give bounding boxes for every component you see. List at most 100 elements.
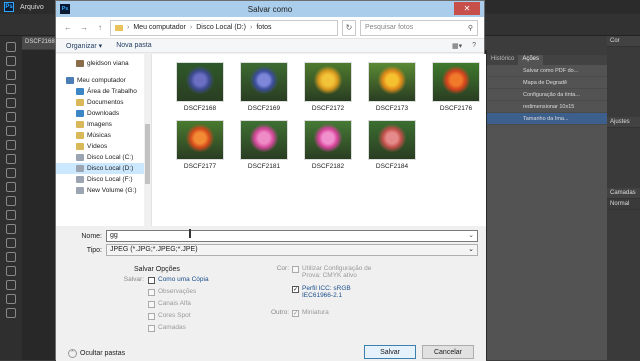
action-item[interactable]: Configuração da tinta... [487,89,607,101]
organize-button[interactable]: Organizar ▾ [66,42,102,50]
refresh-icon[interactable]: ↻ [342,19,356,36]
blend-mode-select[interactable]: Normal [607,199,640,210]
view-options-icon[interactable]: ▦▾ [452,42,462,50]
nav-item[interactable]: Disco Local (D:) [56,163,151,174]
nav-item[interactable]: Músicas [56,130,151,141]
zoom-tool-icon[interactable] [6,308,16,318]
save-as-copy-option[interactable]: Como uma Cópia [148,276,209,284]
breadcrumb[interactable]: › Meu computador › Disco Local (D:) › fo… [110,19,338,36]
hand-tool-icon[interactable] [6,294,16,304]
folder-icon [115,24,123,31]
file-item[interactable]: DSCF2176 [432,62,480,112]
nav-item[interactable]: Meu computador [56,75,151,86]
cancel-button[interactable]: Cancelar [422,345,474,359]
dodge-tool-icon[interactable] [6,224,16,234]
filetype-row: Tipo: JPEG (*.JPG;*.JPEG;*.JPE) ⌄ [68,244,478,256]
nav-item[interactable]: Área de Trabalho [56,86,151,97]
icc-profile-option[interactable]: ✓ Perfil ICC: sRGB IEC61966-2.1 [292,285,382,299]
nav-item[interactable]: gleidson viana [56,58,151,69]
shape-tool-icon[interactable] [6,280,16,290]
stamp-tool-icon[interactable] [6,154,16,164]
path-select-tool-icon[interactable] [6,266,16,276]
tab-history[interactable]: Histórico [487,55,518,65]
action-item[interactable]: Mapa de Degradê [487,77,607,89]
nav-item[interactable]: Downloads [56,108,151,119]
nav-item[interactable]: Disco Local (C:) [56,152,151,163]
tab-actions[interactable]: Ações [518,55,544,65]
lasso-tool-icon[interactable] [6,70,16,80]
up-arrow-icon[interactable]: ↑ [94,22,106,34]
file-name: DSCF2181 [247,163,281,170]
notes-option: Observações [148,288,196,296]
nav-item[interactable]: Documentos [56,97,151,108]
flower-thumbnail [304,120,352,160]
filetype-select[interactable]: JPEG (*.JPG;*.JPEG;*.JPE) ⌄ [106,244,478,256]
navigation-pane: gleidson viana Meu computador Área de Trab… [56,54,152,226]
action-item[interactable]: redimensionar 10x15 [487,101,607,113]
search-input[interactable]: Pesquisar fotos ⚲ [360,19,478,36]
nav-item[interactable]: New Volume (G:) [56,185,151,196]
text-cursor-icon [189,229,191,238]
breadcrumb-item[interactable]: fotos [256,24,271,31]
right-panels: Cor Ajustes Camadas Normal [607,36,640,360]
file-name: DSCF2177 [183,163,217,170]
file-item[interactable]: DSCF2184 [368,120,416,170]
file-item[interactable]: DSCF2173 [368,62,416,112]
thumbnail-option: ✓ Miniatura [292,309,329,317]
action-item[interactable]: Salvar como PDF do... [487,65,607,77]
file-item[interactable]: DSCF2182 [304,120,352,170]
file-name: DSCF2173 [375,105,409,112]
nav-scrollbar[interactable] [144,54,151,226]
menu-file[interactable]: Arquivo [20,4,44,11]
tools-panel [0,36,22,360]
hide-folders-button[interactable]: ⌃ Ocultar pastas [68,349,125,358]
blur-tool-icon[interactable] [6,210,16,220]
user-icon [76,60,84,67]
breadcrumb-item[interactable]: Meu computador [133,24,186,31]
adjustments-panel-label[interactable]: Ajustes [607,117,640,128]
file-item[interactable]: DSCF2181 [240,120,288,170]
filename-input[interactable]: gg ⌄ [106,230,478,242]
file-item[interactable]: DSCF2172 [304,62,352,112]
pen-tool-icon[interactable] [6,238,16,248]
flower-thumbnail [176,62,224,102]
help-icon[interactable]: ? [472,42,476,50]
close-button[interactable]: ✕ [454,2,480,15]
type-tool-icon[interactable] [6,252,16,262]
crop-tool-icon[interactable] [6,98,16,108]
filetype-label: Tipo: [86,246,102,254]
quick-select-tool-icon[interactable] [6,84,16,94]
checkbox[interactable] [148,277,155,284]
back-arrow-icon[interactable]: ← [62,22,74,34]
nav-item-label: Downloads [87,110,120,117]
color-label: Cor: [276,265,289,272]
color-panel-label[interactable]: Cor [607,36,640,47]
file-item[interactable]: DSCF2168 [176,62,224,112]
layers-panel-label[interactable]: Camadas [607,188,640,199]
checkbox[interactable]: ✓ [292,286,299,293]
nav-item[interactable]: Disco Local (F:) [56,174,151,185]
marquee-tool-icon[interactable] [6,56,16,66]
gradient-tool-icon[interactable] [6,196,16,206]
nav-item[interactable]: Vídeos [56,141,151,152]
file-name: DSCF2169 [247,105,281,112]
file-item[interactable]: DSCF2177 [176,120,224,170]
dialog-titlebar[interactable]: Ps Salvar como ✕ [56,1,484,17]
action-item[interactable]: Tamanho da Ima... [487,113,607,125]
chevron-down-icon[interactable]: ⌄ [468,231,474,239]
file-item[interactable]: DSCF2169 [240,62,288,112]
healing-tool-icon[interactable] [6,126,16,136]
eraser-tool-icon[interactable] [6,182,16,192]
forward-arrow-icon[interactable]: → [78,22,90,34]
photoshop-logo: Ps [4,2,14,12]
move-tool-icon[interactable] [6,42,16,52]
search-placeholder: Pesquisar fotos [365,24,414,31]
save-button[interactable]: Salvar [364,345,416,359]
chevron-down-icon[interactable]: ⌄ [468,245,474,253]
new-folder-button[interactable]: Nova pasta [116,42,151,49]
breadcrumb-item[interactable]: Disco Local (D:) [196,24,246,31]
brush-tool-icon[interactable] [6,140,16,150]
history-brush-tool-icon[interactable] [6,168,16,178]
eyedropper-tool-icon[interactable] [6,112,16,122]
nav-item[interactable]: Imagens [56,119,151,130]
